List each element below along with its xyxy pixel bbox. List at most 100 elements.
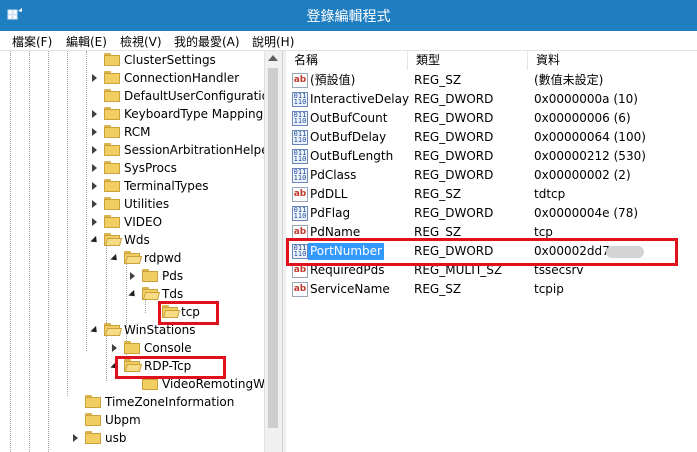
value-row[interactable]: 011 110 PdFlag REG_DWORD 0x0000004e (78) [286,204,697,223]
expand-arrow-icon[interactable] [90,195,100,213]
collapse-arrow-icon[interactable] [110,249,120,267]
column-header-name[interactable]: 名稱 [286,51,408,70]
column-header-data[interactable]: 資料 [528,51,697,70]
tree-item-label: Utilities [124,197,170,211]
tree-item[interactable]: WinStations [0,321,264,339]
menu-edit[interactable]: 編輯(E) [66,33,107,50]
folder-icon [104,107,120,120]
collapse-arrow-icon[interactable] [128,285,138,303]
tree-item[interactable]: ClusterSettings [0,51,264,69]
tree-item[interactable]: SysProcs [0,159,264,177]
value-name: PdClass [310,168,357,182]
expand-arrow-icon[interactable] [90,123,100,141]
tree-item[interactable]: SessionArbitrationHelper [0,141,264,159]
tree-item[interactable]: ConnectionHandler [0,69,264,87]
rdp-tcp-highlight-box [115,356,226,379]
expand-arrow-icon[interactable] [90,141,100,159]
tree-item-label: Ubpm [105,413,141,427]
value-data: (數值未設定) [534,73,604,87]
collapse-arrow-icon[interactable] [90,321,100,339]
tree-item-label: Console [144,341,192,355]
value-type: REG_DWORD [414,111,494,125]
folder-icon [104,215,120,228]
expand-arrow-icon[interactable] [90,159,100,177]
tree-item[interactable]: rdpwd [0,249,264,267]
value-row[interactable]: ab PdDLL REG_SZ tdtcp [286,185,697,204]
key-tree[interactable]: ClusterSettings ConnectionHandler Defaul… [0,51,264,452]
tree-item-label: usb [105,431,127,445]
value-data: 0x0000000a (10) [534,92,638,106]
value-row[interactable]: 011 110 InteractiveDelay REG_DWORD 0x0000… [286,90,697,109]
expand-arrow-icon[interactable] [90,177,100,195]
port-number-highlight-box [286,238,678,266]
value-row[interactable]: 011 110 PdClass REG_DWORD 0x00000002 (2) [286,166,697,185]
dword-value-icon: 011 110 [292,168,308,183]
expand-arrow-icon[interactable] [110,339,120,357]
tree-item-label: SysProcs [124,161,177,175]
expand-arrow-icon[interactable] [90,69,100,87]
tcp-highlight-box [158,301,219,325]
value-data: tdtcp [534,187,566,201]
folder-icon [85,395,101,408]
folder-icon [124,341,140,354]
value-type: REG_DWORD [414,130,494,144]
tree-item[interactable]: Wds [0,231,264,249]
value-row[interactable]: 011 110 OutBufCount REG_DWORD 0x00000006 … [286,109,697,128]
value-data: 0x00000002 (2) [534,168,631,182]
tree-item[interactable]: usb [0,429,264,447]
tree-item[interactable]: KeyboardType Mapping [0,105,264,123]
menu-file[interactable]: 檔案(F) [12,33,52,50]
folder-icon [142,269,158,282]
expand-arrow-icon[interactable] [71,429,81,447]
value-type: REG_DWORD [414,206,494,220]
value-type: REG_DWORD [414,92,494,106]
string-value-icon: ab [292,73,308,88]
dword-value-icon: 011 110 [292,149,308,164]
collapse-arrow-icon[interactable] [90,231,100,249]
tree-item-label: RCM [124,125,151,139]
value-name: InteractiveDelay [310,92,410,106]
value-row[interactable]: ab (預設值) REG_SZ (數值未設定) [286,71,697,90]
column-header-type[interactable]: 類型 [408,51,528,70]
scrollbar-thumb[interactable] [268,68,278,428]
string-value-icon: ab [292,282,308,297]
menu-favorites[interactable]: 我的最愛(A) [174,33,240,50]
folder-icon [104,161,120,174]
value-name: (預設值) [310,73,356,87]
tree-item[interactable]: Utilities [0,195,264,213]
tree-item[interactable]: RCM [0,123,264,141]
folder-open-icon [142,287,161,300]
menu-view[interactable]: 檢視(V) [120,33,162,50]
value-type: REG_DWORD [414,149,494,163]
expand-arrow-icon[interactable] [128,267,138,285]
tree-item[interactable]: TimeZoneInformation [0,393,264,411]
tree-item[interactable]: Ubpm [0,411,264,429]
value-row[interactable]: 011 110 OutBufLength REG_DWORD 0x00000212… [286,147,697,166]
tree-item[interactable]: Tds [0,285,264,303]
value-row[interactable]: ab ServiceName REG_SZ tcpip [286,280,697,299]
menu-bar: 檔案(F) 編輯(E) 檢視(V) 我的最愛(A) 說明(H) [0,31,697,51]
value-type: REG_DWORD [414,168,494,182]
value-data: 0x00000064 (100) [534,130,646,144]
menu-help[interactable]: 說明(H) [252,33,294,50]
tree-item-label: rdpwd [144,251,182,265]
tree-item-label: Wds [124,233,150,247]
tree-item-label: SessionArbitrationHelper [124,143,264,157]
tree-item[interactable]: Console [0,339,264,357]
value-row[interactable]: 011 110 OutBufDelay REG_DWORD 0x00000064 … [286,128,697,147]
value-name: PdDLL [310,187,348,201]
scroll-up-arrow-icon[interactable] [268,55,278,61]
value-data: 0x0000004e (78) [534,206,639,220]
value-type: REG_SZ [414,73,462,87]
tree-item[interactable]: DefaultUserConfiguration [0,87,264,105]
folder-open-icon [124,251,143,264]
tree-item-selected[interactable]: tcp [0,303,264,321]
tree-item[interactable]: TerminalTypes [0,177,264,195]
expand-arrow-icon[interactable] [90,213,100,231]
values-list[interactable]: 名稱 類型 資料 ab (預設值) REG_SZ (數值未設定) 011 110 … [286,51,697,452]
tree-scrollbar[interactable] [264,51,282,452]
tree-item[interactable]: Pds [0,267,264,285]
tree-item[interactable]: VIDEO [0,213,264,231]
expand-arrow-icon[interactable] [90,105,100,123]
window-title: 登錄編輯程式 [306,9,391,25]
